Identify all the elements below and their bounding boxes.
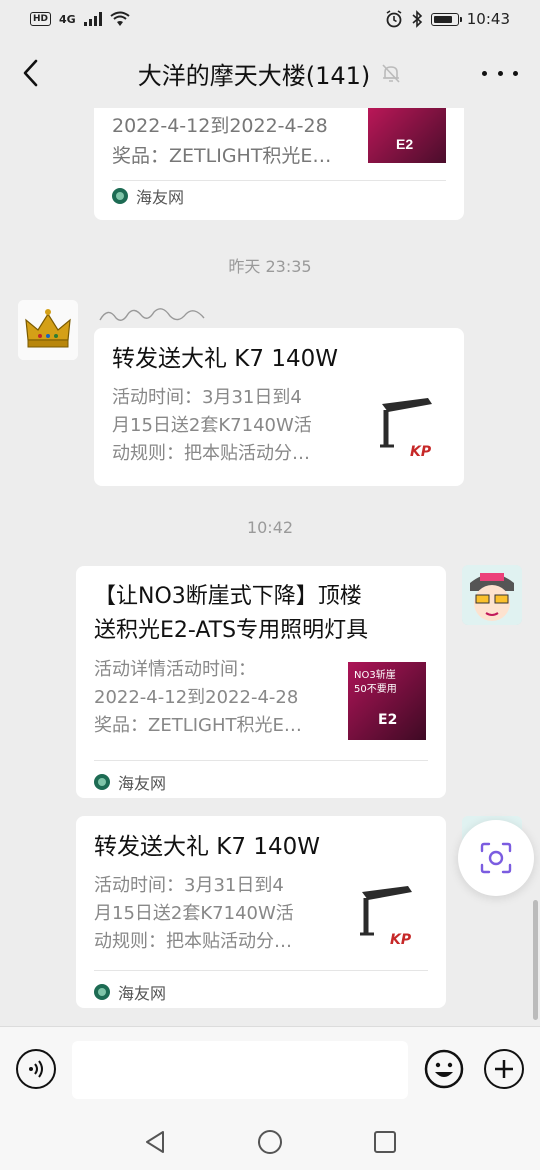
signal-icon xyxy=(83,12,102,26)
dot-icon xyxy=(497,70,503,76)
decorative-flourish-icon xyxy=(99,308,205,321)
home-circle-icon[interactable] xyxy=(257,1129,283,1155)
back-triangle-icon[interactable] xyxy=(143,1129,167,1155)
card-title: 转发送大礼 K7 140W xyxy=(94,834,320,860)
voice-input-button[interactable] xyxy=(16,1049,56,1089)
wifi-icon xyxy=(110,11,130,26)
card-desc: 活动时间：3月31日到4 月15日送2套K7140W活 动规则：把本贴活动分… xyxy=(94,872,294,956)
bluetooth-icon xyxy=(412,10,422,28)
source-name: 海友网 xyxy=(136,188,185,207)
status-bar: HD 4G 10:43 xyxy=(0,0,540,38)
card-title-line: 【让NO3断崖式下降】顶楼 xyxy=(94,584,362,609)
status-left: HD 4G xyxy=(30,11,130,27)
card-desc-line: 动规则：把本贴活动分… xyxy=(94,931,292,952)
thumb-banner-line: 50不要用 xyxy=(354,684,397,695)
timestamp: 10:42 xyxy=(246,518,294,537)
card-divider xyxy=(94,970,428,971)
back-button[interactable] xyxy=(16,58,44,88)
chat-title: 大洋的摩天大楼(141) xyxy=(138,56,403,91)
card-desc-line: 2022-4-12到2022-4-28 xyxy=(112,115,328,137)
group-name: 大洋的摩天大楼(141) xyxy=(137,61,371,90)
recents-square-icon[interactable] xyxy=(373,1130,397,1154)
source-name: 海友网 xyxy=(118,774,167,793)
cartoon-avatar-icon xyxy=(462,565,522,625)
smiley-icon xyxy=(424,1049,464,1089)
emoji-button[interactable] xyxy=(424,1049,464,1089)
thumb-label: E2 xyxy=(396,136,414,152)
network-type: 4G xyxy=(59,12,76,26)
card-thumbnail: KP xyxy=(348,878,426,956)
source-logo-icon xyxy=(94,984,110,1000)
card-source: 海友网 xyxy=(94,980,166,1004)
card-divider xyxy=(112,180,446,181)
card-desc-line: 活动时间：3月31日到4 xyxy=(94,875,284,896)
source-logo-icon xyxy=(112,188,128,204)
plus-icon xyxy=(495,1060,513,1078)
source-logo-icon xyxy=(94,774,110,790)
card-desc-line: 奖品：ZETLIGHT积光E… xyxy=(94,715,302,736)
card-source: 海友网 xyxy=(94,770,166,794)
battery-icon xyxy=(430,12,462,26)
link-card-message[interactable]: 转发送大礼 K7 140W 活动时间：3月31日到4 月15日送2套K7140W… xyxy=(94,328,464,486)
link-card-message[interactable]: 【让NO3断崖式下降】顶楼 送积光E2-ATS专用照明灯具 活动详情活动时间： … xyxy=(76,566,446,798)
chat-messages[interactable]: 2022-4-12到2022-4-28 奖品：ZETLIGHT积光E… E2 海… xyxy=(0,108,540,1026)
lamp-icon xyxy=(380,398,432,448)
card-desc: 活动时间：3月31日到4 月15日送2套K7140W活 动规则：把本贴活动分… xyxy=(112,384,312,468)
voice-icon xyxy=(29,1060,43,1078)
more-functions-button[interactable] xyxy=(484,1049,524,1089)
my-avatar[interactable] xyxy=(462,565,522,625)
message-input[interactable] xyxy=(72,1041,408,1099)
card-title-line: 送积光E2-ATS专用照明灯具 xyxy=(94,618,369,643)
link-card-message[interactable]: 转发送大礼 K7 140W 活动时间：3月31日到4 月15日送2套K7140W… xyxy=(76,816,446,1008)
message-input-bar xyxy=(0,1026,540,1114)
card-thumbnail: NO3斩崖 50不要用 E2 xyxy=(348,662,426,740)
more-options-button[interactable] xyxy=(482,60,518,86)
link-card-message[interactable]: 2022-4-12到2022-4-28 奖品：ZETLIGHT积光E… E2 海… xyxy=(94,108,464,220)
card-title: 转发送大礼 K7 140W xyxy=(112,346,338,372)
card-desc-line: 奖品：ZETLIGHT积光E… xyxy=(112,145,332,167)
thumb-banner-line: NO3斩崖 xyxy=(354,670,396,681)
dot-icon xyxy=(482,70,487,76)
card-desc-line: 动规则：把本贴活动分… xyxy=(112,443,310,464)
card-title: 【让NO3断崖式下降】顶楼 送积光E2-ATS专用照明灯具 xyxy=(94,580,368,648)
timestamp: 昨天 23:35 xyxy=(228,257,312,276)
card-source: 海友网 xyxy=(112,184,184,208)
crown-icon xyxy=(18,300,78,360)
card-desc-line: 月15日送2套K7140W活 xyxy=(112,415,312,436)
source-name: 海友网 xyxy=(118,984,167,1003)
thumb-label: KP xyxy=(410,444,432,460)
thumb-label: KP xyxy=(390,932,412,948)
card-thumbnail: E2 xyxy=(368,108,446,163)
system-navigation-bar xyxy=(0,1114,540,1170)
alarm-icon xyxy=(386,10,402,28)
lamp-icon xyxy=(360,886,412,936)
thumb-label: E2 xyxy=(378,712,398,728)
card-desc-line: 月15日送2套K7140W活 xyxy=(94,903,294,924)
hd-badge: HD xyxy=(30,12,52,26)
scan-icon xyxy=(480,842,512,874)
card-thumbnail: KP xyxy=(368,390,446,468)
chevron-left-icon xyxy=(23,59,38,87)
sender-avatar[interactable] xyxy=(18,300,78,360)
card-divider xyxy=(94,760,428,761)
card-desc-line: 活动时间：3月31日到4 xyxy=(112,387,302,408)
scan-float-button[interactable] xyxy=(458,820,534,896)
scrollbar[interactable] xyxy=(533,900,538,1020)
mute-bell-icon xyxy=(380,62,402,84)
card-desc: 活动详情活动时间： 2022-4-12到2022-4-28 奖品：ZETLIGH… xyxy=(94,656,302,740)
status-time: 10:43 xyxy=(466,10,510,28)
chat-header: 大洋的摩天大楼(141) xyxy=(0,38,540,108)
card-desc-line: 2022-4-12到2022-4-28 xyxy=(94,687,299,708)
dot-icon xyxy=(513,70,518,76)
status-right: 10:43 xyxy=(385,10,510,28)
card-desc-line: 活动详情活动时间： xyxy=(94,659,256,680)
